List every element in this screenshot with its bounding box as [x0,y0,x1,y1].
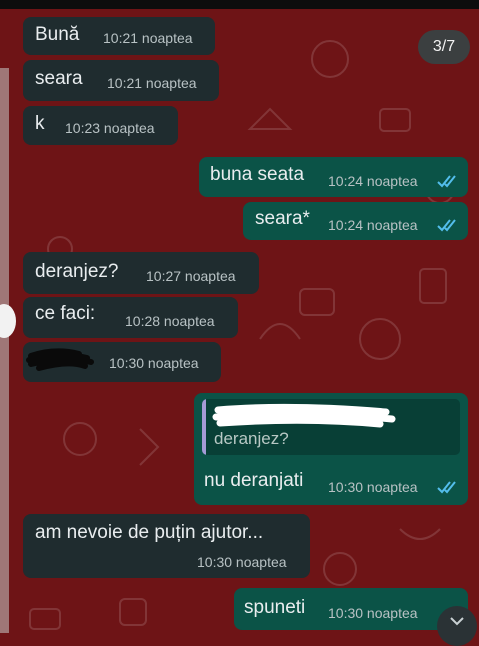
message-text: seara* [255,208,310,229]
message-text: Bună [35,24,80,45]
incoming-message[interactable]: deranjez? 10:27 noaptea [23,252,259,294]
message-time: 10:24 noaptea [328,173,418,189]
double-check-read-icon [437,481,456,494]
image-counter-badge: 3/7 [418,30,470,64]
incoming-message[interactable]: k 10:23 noaptea [23,106,178,145]
outgoing-message[interactable]: buna seata 10:24 noaptea [199,157,468,197]
message-text: nu deranjati [204,470,304,491]
message-text: deranjez? [35,261,119,282]
outgoing-message[interactable]: seara* 10:24 noaptea [243,202,468,240]
message-time: 10:24 noaptea [328,217,418,233]
scroll-down-button[interactable] [437,606,477,646]
quoted-message[interactable]: deranjez? [202,399,460,455]
incoming-message[interactable]: am nevoie de puțin ajutor... 10:30 noapt… [23,514,310,578]
left-edge-strip [0,68,9,633]
message-time: 10:30 noaptea [109,355,199,371]
redaction-scribble [212,403,396,428]
incoming-message[interactable]: 10:30 noaptea [23,342,221,382]
top-status-strip [0,0,479,9]
message-time: 10:30 noaptea [197,554,287,570]
double-check-read-icon [437,175,456,188]
message-time: 10:30 noaptea [328,605,418,621]
message-time: 10:27 noaptea [146,268,236,284]
message-text: ce faci: [35,303,96,324]
message-text: am nevoie de puțin ajutor... [35,522,264,543]
message-time: 10:21 noaptea [107,75,197,91]
message-text: buna seata [210,164,305,185]
message-time: 10:30 noaptea [328,479,418,495]
quote-accent-bar [202,399,206,455]
outgoing-message[interactable]: spuneti 10:30 noaptea [234,588,468,630]
incoming-message[interactable]: seara 10:21 noaptea [23,60,219,101]
double-check-read-icon [437,219,456,232]
scroll-down-chevron-icon [450,617,464,626]
incoming-message[interactable]: Bună 10:21 noaptea [23,17,215,55]
message-time: 10:21 noaptea [103,30,193,46]
message-text: seara [35,68,83,89]
left-edge-handle[interactable] [0,304,16,338]
message-text: spuneti [244,597,306,618]
outgoing-reply-message[interactable]: deranjez? nu deranjati 10:30 noaptea [194,393,468,505]
message-text: k [35,113,45,134]
quoted-text: deranjez? [214,429,289,448]
message-time: 10:28 noaptea [125,313,215,329]
redaction-scribble [26,348,94,371]
incoming-message[interactable]: ce faci: 10:28 noaptea [23,297,238,338]
message-time: 10:23 noaptea [65,120,155,136]
